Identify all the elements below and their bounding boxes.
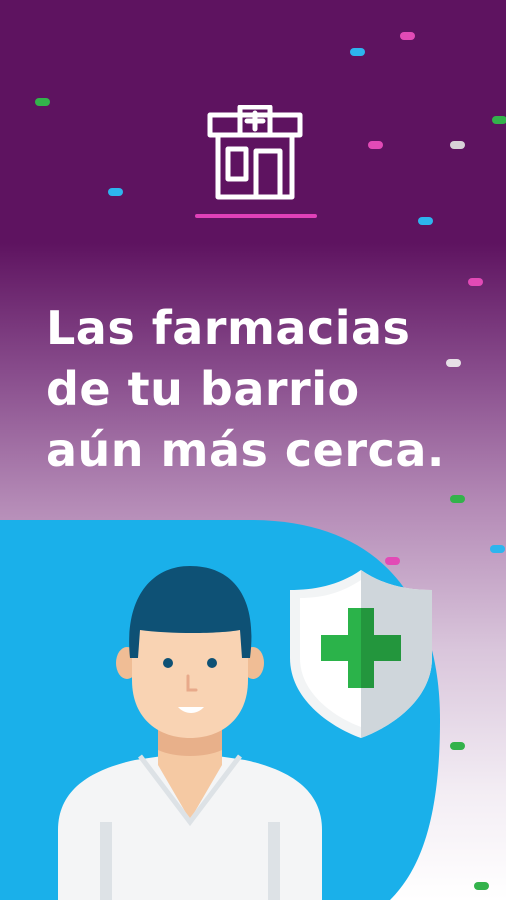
pharmacist-illustration [58, 566, 322, 900]
confetti-dot [368, 141, 383, 149]
pharmacy-store-icon [207, 105, 303, 200]
promo-screen: Las farmacias de tu barrio aún más cerca… [0, 0, 506, 900]
confetti-dot [400, 32, 415, 40]
headline-line-1: Las farmacias [46, 301, 411, 355]
confetti-dot [492, 116, 506, 124]
confetti-dot [418, 217, 433, 225]
headline-line-2: de tu barrio [46, 362, 360, 416]
confetti-dot [450, 141, 465, 149]
logo-underline [195, 214, 317, 218]
confetti-dot [35, 98, 50, 106]
confetti-dot [108, 188, 123, 196]
confetti-dot [468, 278, 483, 286]
confetti-dot [350, 48, 365, 56]
headline: Las farmacias de tu barrio aún más cerca… [46, 298, 486, 481]
headline-line-3: aún más cerca. [46, 423, 445, 477]
confetti-dot [450, 495, 465, 503]
